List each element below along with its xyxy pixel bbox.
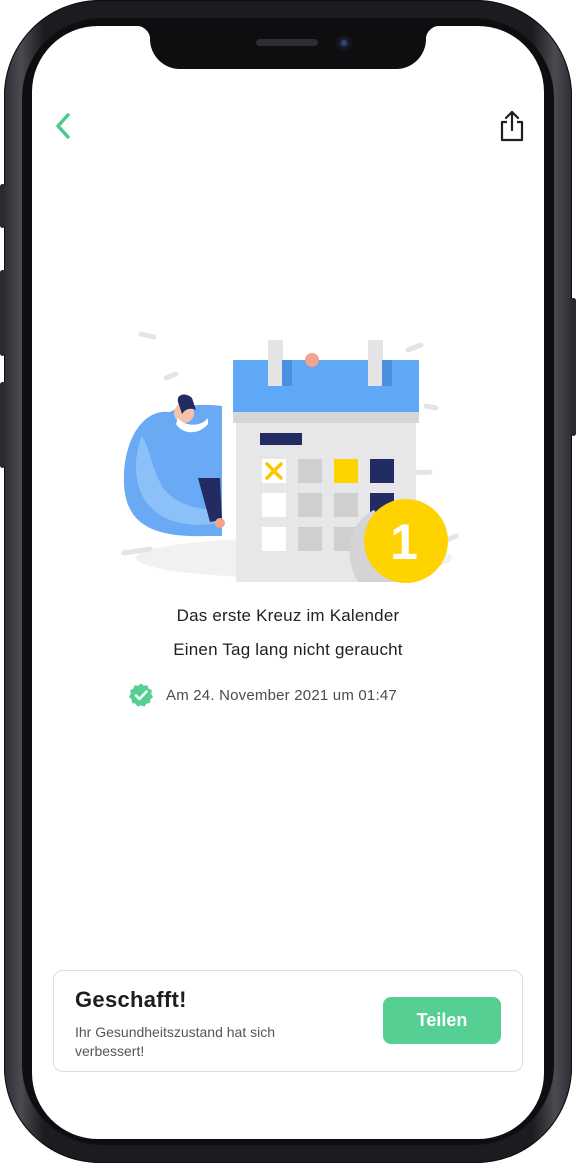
person-figure <box>123 394 225 537</box>
app-screen: 1 Das erste Kreuz im Kalender Einen Tag … <box>32 26 544 1139</box>
mute-switch <box>0 184 5 228</box>
share-button[interactable] <box>492 106 532 146</box>
chevron-left-icon <box>56 113 70 139</box>
share-card-description: Ihr Gesundheitszustand hat sich verbesse… <box>75 1024 276 1059</box>
notch <box>136 26 440 69</box>
badge-number: 1 <box>390 514 418 570</box>
verified-check-icon <box>129 683 153 707</box>
volume-down-button <box>0 382 5 468</box>
front-camera <box>336 35 352 51</box>
teilen-button[interactable]: Teilen <box>383 997 501 1044</box>
achievement-subtitle: Einen Tag lang nicht geraucht <box>173 640 403 659</box>
achievement-date-row: Am 24. November 2021 um 01:47 <box>128 682 397 708</box>
share-card: Geschafft! Ihr Gesundheitszustand hat si… <box>53 970 523 1072</box>
achievement-date: Am 24. November 2021 um 01:47 <box>166 686 397 704</box>
share-icon <box>500 110 524 142</box>
speaker-grille <box>256 39 318 46</box>
share-card-title: Geschafft! <box>75 987 187 1012</box>
volume-up-button <box>0 270 5 356</box>
back-button[interactable] <box>46 106 80 146</box>
power-button <box>571 298 576 436</box>
calendar-illustration: 1 <box>121 331 459 583</box>
achievement-title: Das erste Kreuz im Kalender <box>176 606 400 625</box>
